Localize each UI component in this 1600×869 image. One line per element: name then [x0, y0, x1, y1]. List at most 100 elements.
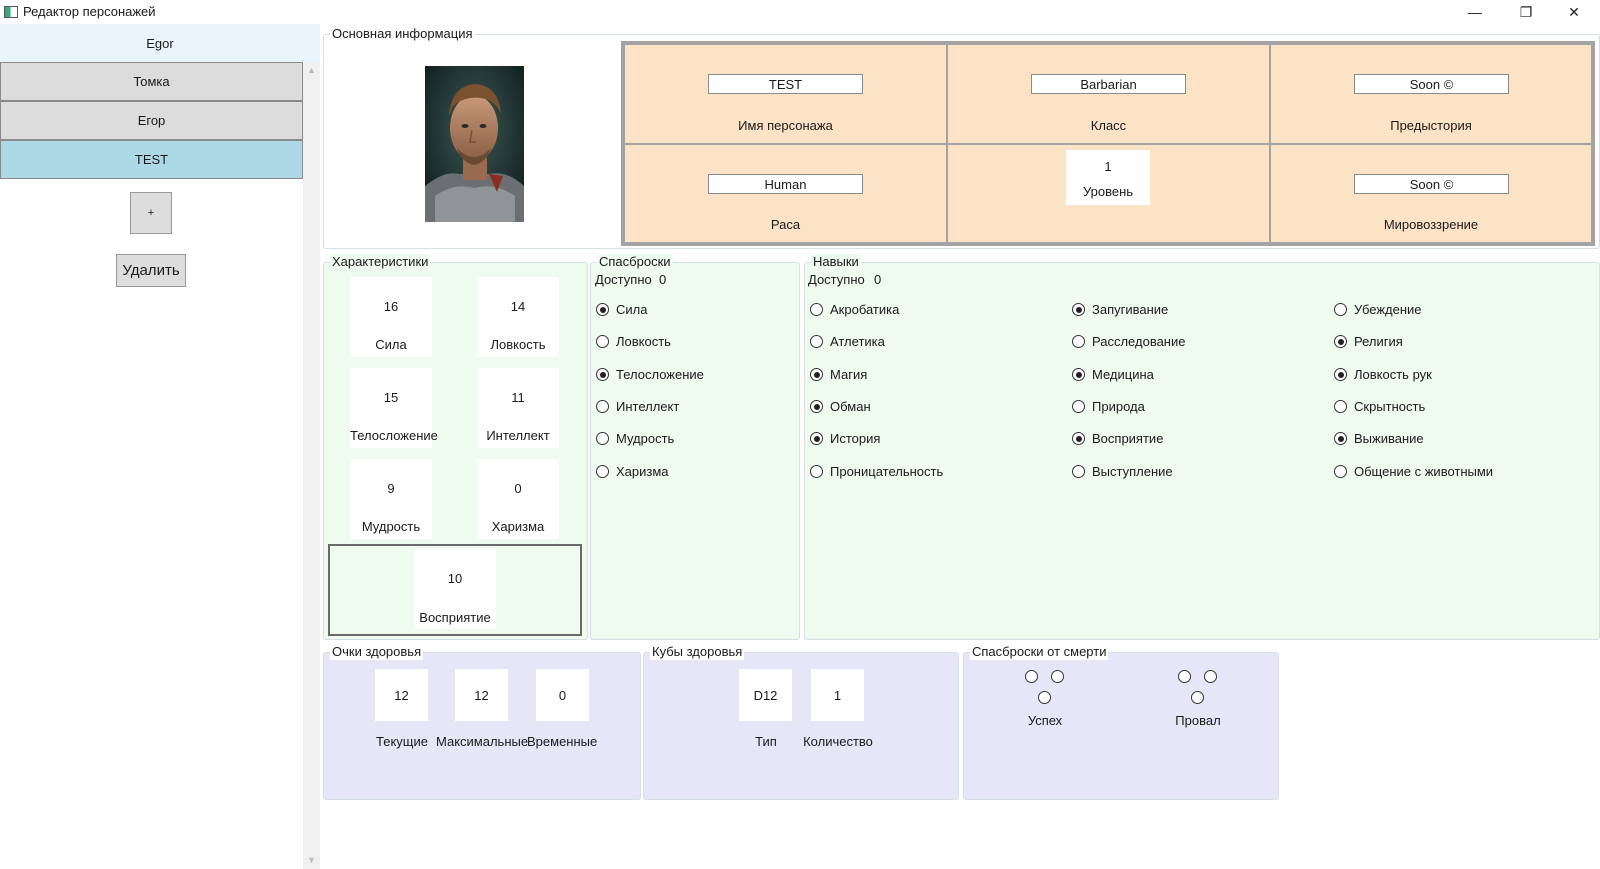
- skill-option[interactable]: Общение с животными: [1334, 464, 1493, 479]
- hit-dice-count-label: Количество: [803, 734, 873, 749]
- stat-intelligence[interactable]: 11 Интеллект: [477, 368, 559, 448]
- class-field[interactable]: Barbarian: [1031, 74, 1186, 94]
- hp-current-field[interactable]: 12: [375, 669, 428, 721]
- radio-button[interactable]: [1334, 465, 1347, 478]
- radio-button[interactable]: [810, 432, 823, 445]
- stat-strength[interactable]: 16 Сила: [350, 277, 432, 357]
- death-fail-radio[interactable]: [1178, 670, 1191, 683]
- radio-button[interactable]: [596, 400, 609, 413]
- close-button[interactable]: ✕: [1551, 0, 1597, 24]
- radio-button[interactable]: [596, 368, 609, 381]
- maximize-button[interactable]: ❐: [1503, 0, 1549, 24]
- scroll-up-icon[interactable]: ▲: [307, 66, 316, 75]
- radio-button[interactable]: [1072, 400, 1085, 413]
- info-grid: TEST Имя персонажа Barbarian Класс Soon …: [621, 41, 1595, 246]
- skill-option[interactable]: Убеждение: [1334, 302, 1422, 317]
- stat-value[interactable]: 9: [350, 481, 432, 496]
- skill-option[interactable]: Скрытность: [1334, 399, 1425, 414]
- radio-label: Атлетика: [830, 334, 885, 349]
- death-success-radio[interactable]: [1038, 691, 1051, 704]
- character-list-item[interactable]: Томка: [0, 62, 303, 101]
- skill-option[interactable]: История: [810, 431, 880, 446]
- minimize-button[interactable]: —: [1452, 0, 1498, 24]
- radio-button[interactable]: [1334, 400, 1347, 413]
- name-label: Имя персонажа: [738, 118, 833, 133]
- radio-button[interactable]: [1334, 368, 1347, 381]
- hp-max-field[interactable]: 12: [455, 669, 508, 721]
- hit-dice-type-field[interactable]: D12: [739, 669, 792, 721]
- skill-option[interactable]: Атлетика: [810, 334, 885, 349]
- saving-throw-option[interactable]: Телосложение: [596, 367, 704, 382]
- stat-value[interactable]: 11: [477, 390, 559, 405]
- radio-button[interactable]: [596, 432, 609, 445]
- skill-option[interactable]: Природа: [1072, 399, 1145, 414]
- death-fail-radio[interactable]: [1204, 670, 1217, 683]
- stat-passive-perception[interactable]: 10 Восприятие: [414, 549, 496, 629]
- dice-label: Кубы здоровья: [650, 644, 745, 660]
- radio-button[interactable]: [1334, 335, 1347, 348]
- add-character-button[interactable]: +: [130, 192, 172, 234]
- stat-value[interactable]: 15: [350, 390, 432, 405]
- saving-throw-option[interactable]: Мудрость: [596, 431, 674, 446]
- radio-button[interactable]: [1334, 432, 1347, 445]
- skill-option[interactable]: Выступление: [1072, 464, 1173, 479]
- skill-option[interactable]: Выживание: [1334, 431, 1424, 446]
- stat-value[interactable]: 14: [477, 299, 559, 314]
- radio-button[interactable]: [1072, 368, 1085, 381]
- stat-dexterity[interactable]: 14 Ловкость: [477, 277, 559, 357]
- radio-button[interactable]: [596, 303, 609, 316]
- radio-button[interactable]: [596, 335, 609, 348]
- radio-button[interactable]: [810, 335, 823, 348]
- hp-temp-label: Временные: [527, 734, 598, 749]
- level-value[interactable]: 1: [1066, 159, 1150, 174]
- skill-option[interactable]: Восприятие: [1072, 431, 1163, 446]
- stat-charisma[interactable]: 0 Харизма: [477, 459, 559, 539]
- skill-option[interactable]: Проницательность: [810, 464, 943, 479]
- death-success-radio[interactable]: [1025, 670, 1038, 683]
- radio-button[interactable]: [596, 465, 609, 478]
- radio-button[interactable]: [1334, 303, 1347, 316]
- character-list-item[interactable]: Егор: [0, 101, 303, 140]
- radio-button[interactable]: [1072, 432, 1085, 445]
- skill-option[interactable]: Ловкость рук: [1334, 367, 1432, 382]
- skill-option[interactable]: Запугивание: [1072, 302, 1168, 317]
- hp-temp-field[interactable]: 0: [536, 669, 589, 721]
- stat-value[interactable]: 10: [414, 571, 496, 586]
- saving-throw-option[interactable]: Интеллект: [596, 399, 679, 414]
- saving-throw-option[interactable]: Ловкость: [596, 334, 671, 349]
- skill-option[interactable]: Религия: [1334, 334, 1403, 349]
- sidebar-header[interactable]: Egor: [0, 24, 320, 62]
- stat-value[interactable]: 0: [477, 481, 559, 496]
- background-field[interactable]: Soon ©: [1354, 74, 1509, 94]
- saving-throw-option[interactable]: Харизма: [596, 464, 669, 479]
- radio-button[interactable]: [1072, 335, 1085, 348]
- radio-button[interactable]: [1072, 465, 1085, 478]
- death-fail-radio[interactable]: [1191, 691, 1204, 704]
- skill-option[interactable]: Расследование: [1072, 334, 1185, 349]
- radio-label: Общение с животными: [1354, 464, 1494, 479]
- radio-button[interactable]: [810, 368, 823, 381]
- radio-button[interactable]: [810, 303, 823, 316]
- stat-constitution[interactable]: 15 Телосложение: [350, 368, 438, 448]
- name-field[interactable]: TEST: [708, 74, 863, 94]
- alignment-cell: Soon © Мировоззрение: [1270, 144, 1592, 243]
- scroll-down-icon[interactable]: ▼: [307, 856, 316, 865]
- race-field[interactable]: Human: [708, 174, 863, 194]
- character-list-item-selected[interactable]: TEST: [0, 140, 303, 179]
- radio-button[interactable]: [1072, 303, 1085, 316]
- radio-button[interactable]: [810, 400, 823, 413]
- stats-label: Характеристики: [330, 254, 431, 270]
- list-scrollbar[interactable]: ▲ ▼: [303, 62, 320, 869]
- saving-throw-option[interactable]: Сила: [596, 302, 647, 317]
- delete-character-button[interactable]: Удалить: [116, 254, 186, 287]
- skill-option[interactable]: Обман: [810, 399, 871, 414]
- stat-wisdom[interactable]: 9 Мудрость: [350, 459, 432, 539]
- stat-value[interactable]: 16: [350, 299, 432, 314]
- skill-option[interactable]: Магия: [810, 367, 867, 382]
- hit-dice-count-field[interactable]: 1: [811, 669, 864, 721]
- radio-button[interactable]: [810, 465, 823, 478]
- death-success-radio[interactable]: [1051, 670, 1064, 683]
- alignment-field[interactable]: Soon ©: [1354, 174, 1509, 194]
- skill-option[interactable]: Акробатика: [810, 302, 899, 317]
- skill-option[interactable]: Медицина: [1072, 367, 1154, 382]
